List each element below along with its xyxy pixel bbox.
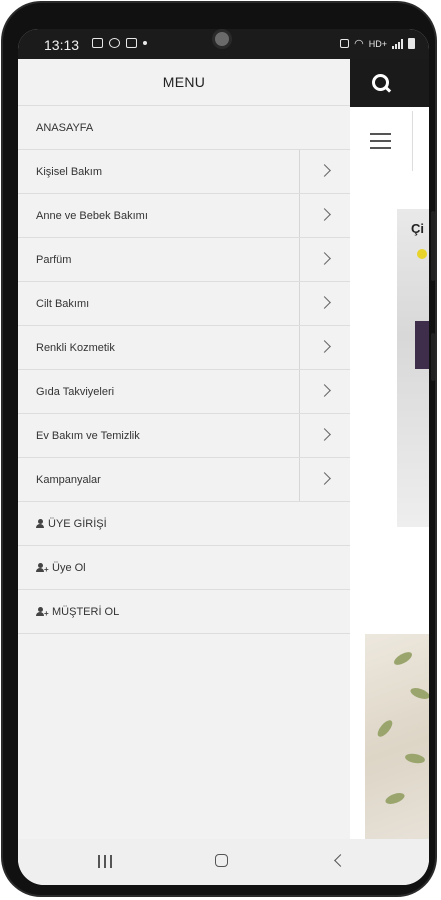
user-plus-icon: + — [36, 563, 49, 574]
screen: 13:13 ◠ HD+ Çi MENU ANASAYFA Kişisel Bak… — [18, 29, 429, 885]
more-notifications-icon — [143, 41, 147, 45]
menu-item-label: Ev Bakım ve Temizlik — [36, 430, 140, 442]
gallery-icon — [92, 38, 103, 48]
chevron-right-icon[interactable] — [299, 326, 350, 369]
menu-item-anne-bebek[interactable]: Anne ve Bebek Bakımı — [18, 193, 350, 237]
volume-button — [431, 211, 435, 281]
menu-item-label: ÜYE GİRİŞİ — [48, 518, 107, 530]
menu-item-label: Cilt Bakımı — [36, 298, 90, 310]
notification-icons — [92, 38, 147, 48]
banner-text: Çi — [411, 221, 424, 236]
menu-item-anasayfa[interactable]: ANASAYFA — [18, 105, 350, 149]
menu-item-ev-bakim[interactable]: Ev Bakım ve Temizlik — [18, 413, 350, 457]
menu-item-label-wrap: ÜYE GİRİŞİ — [36, 502, 107, 546]
chevron-right-icon[interactable] — [299, 150, 350, 193]
front-camera — [212, 29, 232, 49]
user-plus-icon: + — [36, 607, 49, 618]
menu-item-kampanyalar[interactable]: Kampanyalar — [18, 457, 350, 501]
banner-decoration — [417, 249, 427, 259]
menu-item-label-wrap: + Üye Ol — [36, 546, 86, 590]
chevron-right-icon[interactable] — [299, 194, 350, 237]
product-banner-image[interactable] — [365, 634, 429, 862]
message-icon — [126, 38, 137, 48]
status-bar: 13:13 ◠ HD+ — [18, 29, 429, 59]
side-menu-drawer: MENU ANASAYFA Kişisel Bakım Anne ve Bebe… — [18, 59, 350, 839]
chevron-right-icon[interactable] — [299, 238, 350, 281]
menu-item-label: Parfüm — [36, 254, 72, 266]
chevron-right-icon[interactable] — [299, 282, 350, 325]
menu-item-label: Gıda Takviyeleri — [36, 386, 115, 398]
alarm-icon — [340, 39, 350, 48]
menu-item-cilt-bakimi[interactable]: Cilt Bakımı — [18, 281, 350, 325]
back-button[interactable] — [334, 854, 347, 867]
user-icon — [36, 519, 44, 528]
promo-banner[interactable]: Çi — [397, 209, 429, 527]
system-status-icons: ◠ HD+ — [340, 37, 415, 50]
signal-icon — [392, 38, 403, 49]
hamburger-menu-button[interactable] — [350, 111, 413, 171]
menu-item-uye-ol[interactable]: + Üye Ol — [18, 545, 350, 589]
menu-item-gida-takviyeleri[interactable]: Gıda Takviyeleri — [18, 369, 350, 413]
banner-product-image — [415, 321, 429, 369]
home-button[interactable] — [215, 854, 228, 867]
menu-item-uye-girisi[interactable]: ÜYE GİRİŞİ — [18, 501, 350, 545]
menu-item-label: ANASAYFA — [36, 122, 94, 134]
chevron-right-icon[interactable] — [299, 370, 350, 413]
menu-item-label: MÜŞTERİ OL — [52, 606, 120, 618]
menu-item-label: Renkli Kozmetik — [36, 342, 115, 354]
network-type-label: HD+ — [368, 38, 387, 49]
site-header — [350, 59, 429, 107]
menu-item-label: Üye Ol — [52, 562, 86, 574]
search-icon[interactable] — [372, 74, 389, 91]
phone-frame: 13:13 ◠ HD+ Çi MENU ANASAYFA Kişisel Bak… — [3, 3, 435, 895]
menu-item-kisisel-bakim[interactable]: Kişisel Bakım — [18, 149, 350, 193]
chevron-right-icon[interactable] — [299, 458, 350, 501]
status-time: 13:13 — [44, 37, 80, 53]
wifi-icon: ◠ — [354, 38, 364, 50]
menu-title: MENU — [162, 74, 206, 90]
menu-item-musteri-ol[interactable]: + MÜŞTERİ OL — [18, 589, 350, 633]
menu-item-label: Kişisel Bakım — [36, 166, 103, 178]
menu-item-label: Kampanyalar — [36, 474, 101, 486]
power-button — [431, 333, 435, 381]
recent-apps-button[interactable] — [98, 855, 112, 868]
menu-item-label: Anne ve Bebek Bakımı — [36, 210, 148, 222]
menu-item-parfum[interactable]: Parfüm — [18, 237, 350, 281]
background-page: Çi — [350, 59, 429, 862]
battery-icon — [408, 38, 415, 49]
menu-item-renkli-kozmetik[interactable]: Renkli Kozmetik — [18, 325, 350, 369]
instagram-icon — [109, 38, 120, 48]
menu-item-label-wrap: + MÜŞTERİ OL — [36, 590, 119, 634]
chevron-right-icon[interactable] — [299, 414, 350, 457]
android-nav-bar — [18, 839, 429, 885]
